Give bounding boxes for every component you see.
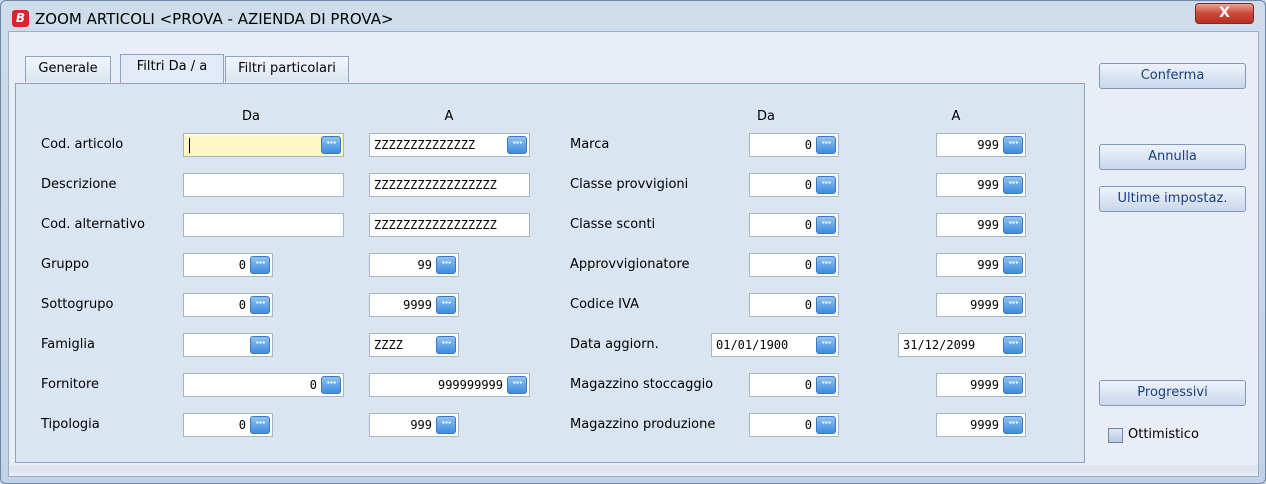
column-header-da: Da (242, 109, 260, 124)
progressive-button[interactable]: Progressivi (1099, 380, 1246, 406)
right-field-label: Classe sconti (570, 217, 656, 232)
lookup-button[interactable]: ··· (816, 176, 836, 194)
lookup-button[interactable]: ··· (816, 416, 836, 434)
lookup-button[interactable]: ··· (321, 136, 341, 154)
close-button[interactable]: X (1195, 3, 1254, 24)
tab-filtri-particolari[interactable]: Filtri particolari (225, 56, 349, 82)
left-to-field[interactable]: ZZZZZZZZZZZZZZ (369, 133, 530, 157)
ottimistico-label[interactable]: Ottimistico (1128, 427, 1199, 442)
lookup-button[interactable]: ··· (816, 336, 836, 354)
lookup-button[interactable]: ··· (507, 136, 527, 154)
last-settings-button[interactable]: Ultime impostaz. (1099, 186, 1246, 212)
title-bar[interactable]: B ZOOM ARTICOLI <PROVA - AZIENDA DI PROV… (1, 1, 1265, 31)
left-field-label: Sottogrupo (41, 297, 114, 312)
left-field-label: Famiglia (41, 337, 95, 352)
lookup-button[interactable]: ··· (250, 256, 270, 274)
left-field-label: Cod. alternativo (41, 217, 145, 232)
right-field-label: Magazzino produzione (570, 417, 716, 432)
lookup-button[interactable]: ··· (816, 296, 836, 314)
lookup-button[interactable]: ··· (816, 216, 836, 234)
lookup-button[interactable]: ··· (321, 376, 341, 394)
left-field-label: Fornitore (41, 377, 100, 392)
right-field-label: Magazzino stoccaggio (570, 377, 714, 392)
left-field-label: Tipologia (41, 417, 100, 432)
lookup-button[interactable]: ··· (507, 376, 527, 394)
lookup-button[interactable]: ··· (816, 136, 836, 154)
confirm-button[interactable]: Conferma (1099, 63, 1246, 89)
left-to-field[interactable]: 999999999 (369, 373, 530, 397)
window: B ZOOM ARTICOLI <PROVA - AZIENDA DI PROV… (0, 0, 1266, 484)
left-from-field[interactable] (183, 213, 344, 237)
left-field-label: Descrizione (41, 177, 117, 192)
right-field-label: Approvvigionatore (570, 257, 690, 272)
tab-generale[interactable]: Generale (25, 56, 111, 82)
right-field-label: Marca (570, 137, 610, 152)
left-from-field[interactable] (183, 133, 344, 157)
lookup-button[interactable]: ··· (250, 296, 270, 314)
left-from-field[interactable] (183, 173, 344, 197)
lookup-button[interactable]: ··· (436, 256, 456, 274)
lookup-button[interactable]: ··· (436, 336, 456, 354)
left-to-field[interactable]: ZZZZZZZZZZZZZZZZZ (369, 213, 530, 237)
lookup-button[interactable]: ··· (816, 376, 836, 394)
left-to-field[interactable]: ZZZZZZZZZZZZZZZZZ (369, 173, 530, 197)
lookup-button[interactable]: ··· (1003, 216, 1023, 234)
lookup-button[interactable]: ··· (436, 416, 456, 434)
cancel-button[interactable]: Annulla (1099, 144, 1246, 170)
right-field-label: Data aggiorn. (570, 337, 659, 352)
left-field-label: Cod. articolo (41, 137, 124, 152)
lookup-button[interactable]: ··· (250, 416, 270, 434)
lookup-button[interactable]: ··· (1003, 336, 1023, 354)
lookup-button[interactable]: ··· (250, 336, 270, 354)
ottimistico-checkbox[interactable] (1108, 428, 1123, 443)
lookup-button[interactable]: ··· (816, 256, 836, 274)
app-icon: B (12, 10, 29, 27)
left-field-label: Gruppo (41, 257, 90, 272)
lookup-button[interactable]: ··· (1003, 376, 1023, 394)
lookup-button[interactable]: ··· (436, 296, 456, 314)
lookup-button[interactable]: ··· (1003, 296, 1023, 314)
column-header-da: Da (757, 109, 775, 124)
lookup-button[interactable]: ··· (1003, 416, 1023, 434)
left-from-field[interactable]: 0 (183, 373, 344, 397)
tab-panel (15, 83, 1085, 463)
column-header-a: A (951, 109, 961, 124)
window-title: ZOOM ARTICOLI <PROVA - AZIENDA DI PROVA> (35, 10, 394, 28)
tab-filtri-da-a[interactable]: Filtri Da / a (120, 54, 224, 83)
right-field-label: Codice IVA (570, 297, 639, 312)
lookup-button[interactable]: ··· (1003, 136, 1023, 154)
lookup-button[interactable]: ··· (1003, 176, 1023, 194)
column-header-a: A (444, 109, 454, 124)
lookup-button[interactable]: ··· (1003, 256, 1023, 274)
status-strip (9, 465, 1258, 473)
right-field-label: Classe provvigioni (570, 177, 689, 192)
text-cursor (189, 138, 190, 153)
